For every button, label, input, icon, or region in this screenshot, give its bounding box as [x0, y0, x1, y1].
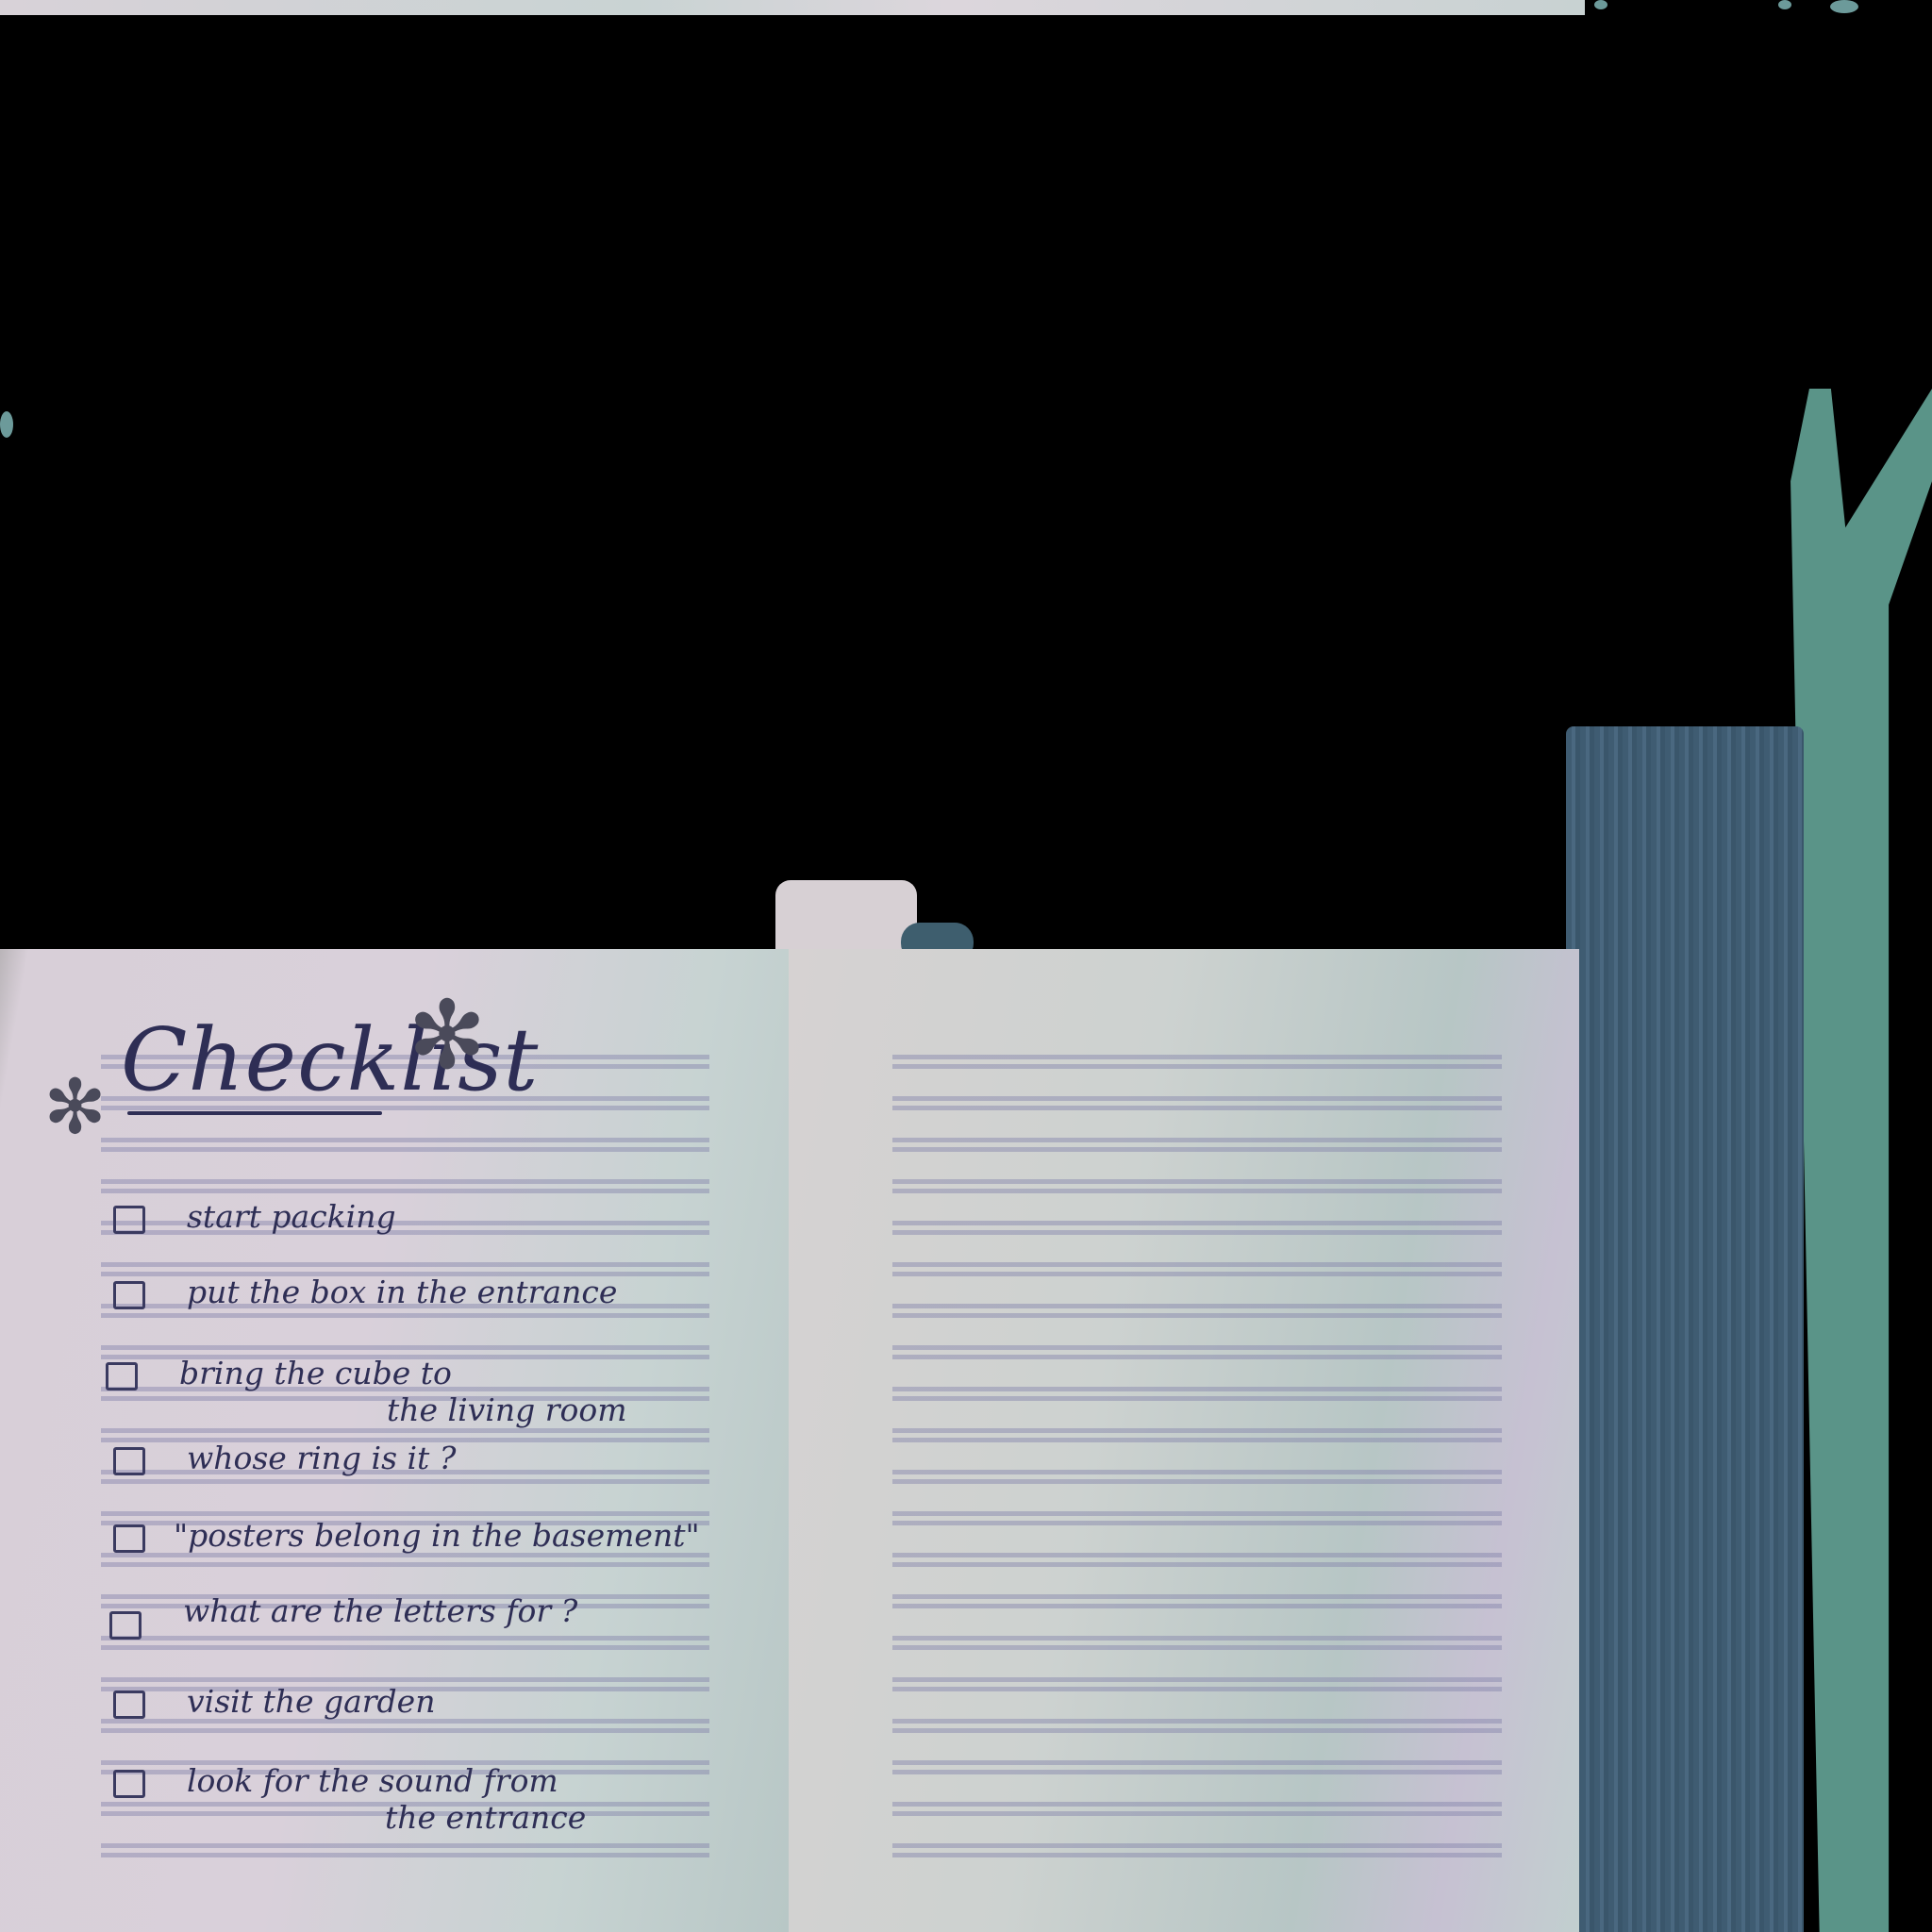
checkbox[interactable] [113, 1770, 145, 1798]
item-text: start packing [187, 1198, 396, 1235]
checkbox[interactable] [106, 1362, 138, 1391]
top-texture-strip [0, 0, 1585, 15]
checkbox[interactable] [113, 1206, 145, 1234]
checklist-item[interactable]: bring the cube to the living room [106, 1355, 627, 1428]
checklist-item[interactable]: "posters belong in the basement" [113, 1517, 700, 1554]
book-spine [1566, 726, 1804, 1932]
texture-dot [1594, 0, 1607, 9]
checklist-item[interactable]: start packing [113, 1198, 396, 1235]
checklist-item[interactable]: what are the letters for ? [109, 1592, 577, 1640]
green-ribbon [1790, 389, 1932, 1932]
item-text: what are the letters for ? [183, 1592, 578, 1629]
texture-dot [1830, 0, 1858, 13]
item-text: "posters belong in the basement" [174, 1517, 700, 1554]
flower-doodle-icon: ✻ [43, 1063, 108, 1151]
checklist-item[interactable]: visit the garden [113, 1683, 435, 1720]
item-text: bring the cube to [179, 1355, 452, 1391]
checkbox[interactable] [113, 1447, 145, 1475]
checklist-item[interactable]: whose ring is it ? [113, 1440, 457, 1476]
checkbox[interactable] [113, 1690, 145, 1719]
ruled-lines [892, 1055, 1502, 1875]
item-text: whose ring is it ? [187, 1440, 457, 1476]
flower-doodle-icon: ✻ [408, 980, 487, 1091]
item-text-continued: the living room [387, 1391, 627, 1428]
checklist-item[interactable]: put the box in the entrance [113, 1274, 617, 1310]
item-text: put the box in the entrance [187, 1274, 618, 1310]
item-text-continued: the entrance [385, 1799, 587, 1836]
checklist-item[interactable]: look for the sound from the entrance [113, 1762, 586, 1836]
blank-notes-page [789, 949, 1579, 1932]
checkbox[interactable] [113, 1281, 145, 1309]
item-text: look for the sound from [187, 1762, 558, 1799]
title-underline [127, 1111, 382, 1115]
item-text: visit the garden [187, 1683, 436, 1720]
texture-dot [1778, 0, 1791, 9]
texture-dot [0, 411, 13, 438]
checkbox[interactable] [113, 1524, 145, 1553]
checklist-page: Checklist ✻ ✻ start packing put the box … [0, 949, 789, 1932]
checkbox[interactable] [109, 1611, 142, 1640]
